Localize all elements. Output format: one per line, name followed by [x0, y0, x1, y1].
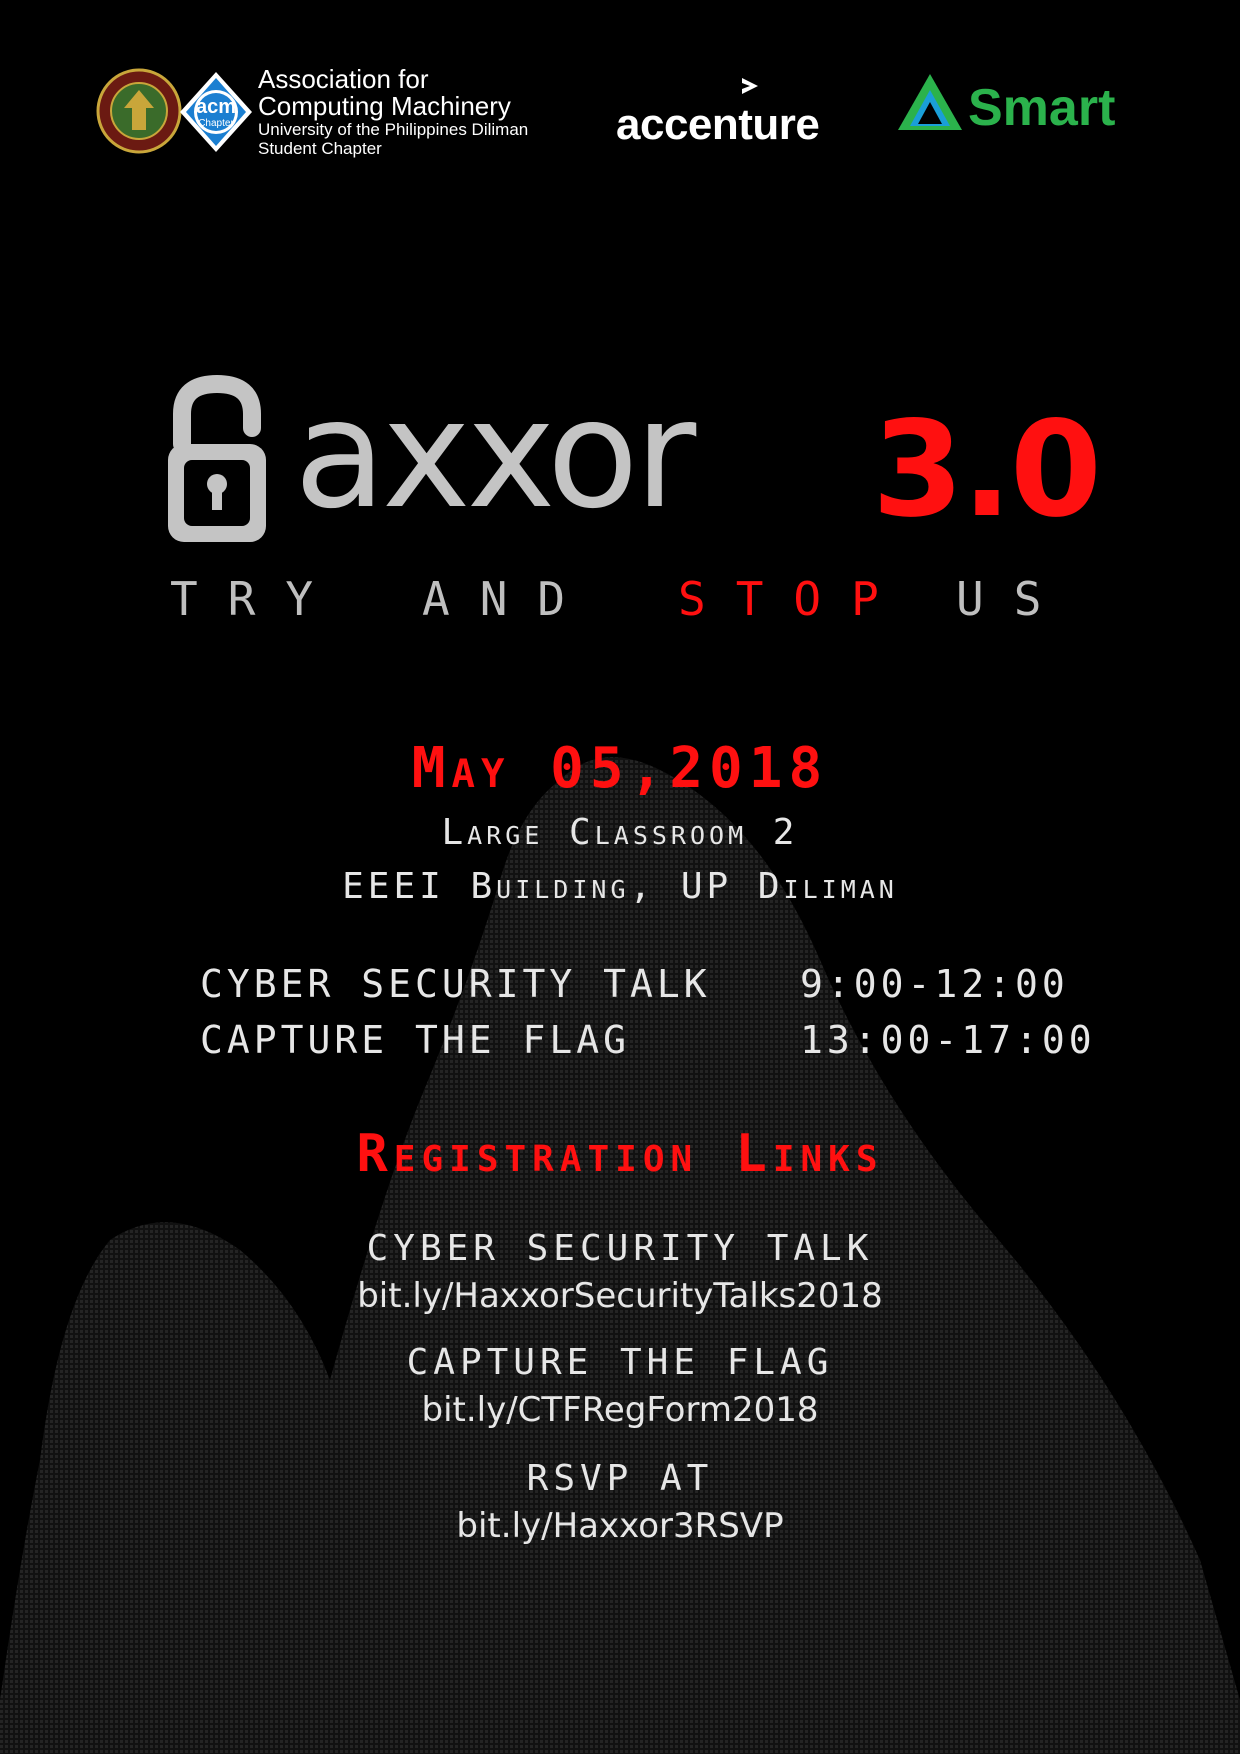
tagline-try: TRY: [170, 572, 344, 626]
tagline-and: AND: [422, 572, 596, 626]
schedule-name: CAPTURE THE FLAG: [200, 1018, 631, 1062]
title-version: 3.0: [872, 393, 1102, 547]
acm-badge-sub: Chapter: [198, 118, 234, 129]
smart-logo-icon: [898, 74, 962, 130]
acm-logo: acm Chapter: [178, 70, 254, 158]
accenture-logo: accenture: [616, 100, 820, 149]
registration-heading: Registration Links: [356, 1124, 884, 1184]
acm-line-3: University of the Philippines Diliman: [258, 120, 529, 139]
up-seal-logo: [96, 68, 182, 154]
acm-chapter-name: Association for Computing Machinery Univ…: [258, 66, 528, 157]
event-date: May 05,2018: [411, 736, 829, 801]
schedule-row: CAPTURE THE FLAG 13:00-17:00: [200, 1018, 1100, 1074]
smart-logo: Smart: [968, 79, 1116, 137]
schedule: CYBER SECURITY TALK 9:00-12:00 CAPTURE T…: [200, 962, 1100, 1074]
accenture-chevron-icon: [742, 78, 758, 94]
schedule-time: 13:00-17:00: [800, 1018, 1096, 1062]
acm-line-4: Student Chapter: [258, 139, 382, 158]
registration-label: CAPTURE THE FLAG: [406, 1342, 834, 1383]
schedule-row: CYBER SECURITY TALK 9:00-12:00: [200, 962, 1100, 1018]
registration-link[interactable]: bit.ly/HaxxorSecurityTalks2018: [0, 1276, 1240, 1316]
registration-link[interactable]: bit.ly/Haxxor3RSVP: [0, 1506, 1240, 1546]
acm-line-2: Computing Machinery: [258, 91, 511, 121]
acm-badge-text: acm: [195, 96, 237, 118]
padlock-icon: [168, 374, 266, 542]
schedule-time: 9:00-12:00: [800, 962, 1069, 1006]
registration-link[interactable]: bit.ly/CTFRegForm2018: [0, 1390, 1240, 1430]
venue-room: Large Classroom 2: [441, 812, 799, 853]
acm-line-1: Association for: [258, 64, 429, 94]
schedule-name: CYBER SECURITY TALK: [200, 962, 711, 1006]
title-haxxor: axxor: [294, 368, 696, 542]
event-poster: acm Chapter Association for Computing Ma…: [0, 0, 1240, 1754]
tagline-stop: STOP: [678, 572, 909, 626]
registration-label: RSVP AT: [526, 1458, 714, 1499]
registration-label: CYBER SECURITY TALK: [366, 1228, 874, 1269]
tagline-us: US: [956, 572, 1072, 626]
venue-building: EEEI Building, UP Diliman: [342, 866, 898, 907]
